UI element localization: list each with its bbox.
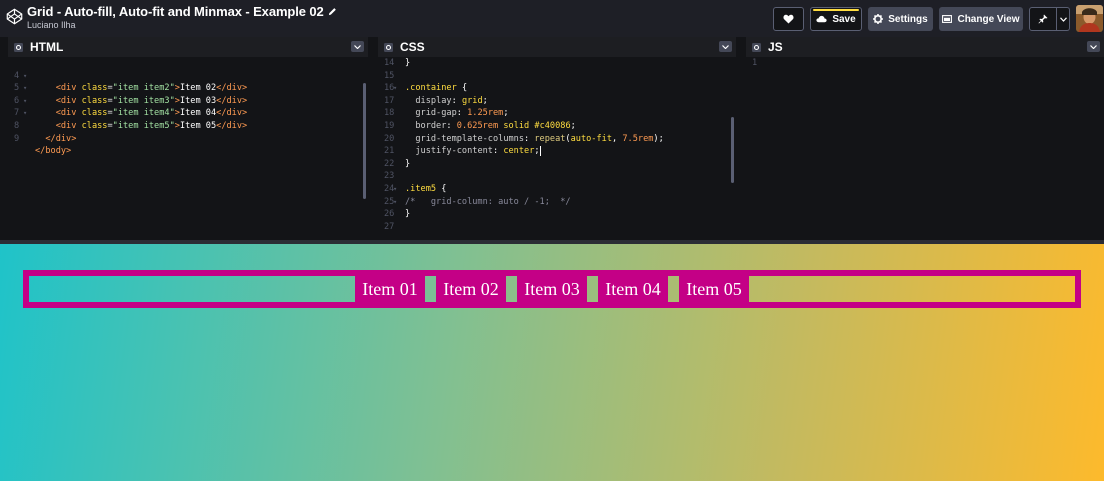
pen-title[interactable]: Grid - Auto-fill, Auto-fit and Minmax - … bbox=[27, 4, 324, 19]
avatar[interactable] bbox=[1076, 5, 1103, 32]
css-editor-title: CSS bbox=[400, 40, 425, 54]
code-line: 8 </div> bbox=[14, 120, 77, 144]
code-line: 19 border: 0.625rem solid #c40086; bbox=[384, 121, 576, 131]
code-line: 25 ▾/* grid-column: auto / -1; */ bbox=[384, 196, 571, 207]
code-line: 15 bbox=[384, 70, 395, 81]
editor-area: HTML 4 ▾ <div class="item item2">Item 02<… bbox=[0, 37, 1104, 244]
grid-item-5: Item 05 bbox=[679, 276, 749, 302]
pencil-icon[interactable] bbox=[328, 7, 337, 16]
html-editor-menu-button[interactable] bbox=[351, 41, 364, 52]
code-line: 1 bbox=[752, 58, 758, 68]
pin-button[interactable] bbox=[1029, 7, 1057, 31]
code-line: 26} bbox=[384, 209, 411, 220]
code-line: 6 ▾ <div class="item item4">Item 04</div> bbox=[14, 95, 248, 119]
save-button[interactable]: Save bbox=[810, 7, 862, 31]
pen-title-area: Grid - Auto-fill, Auto-fit and Minmax - … bbox=[27, 4, 337, 30]
code-line: 22} bbox=[384, 158, 411, 169]
cloud-icon bbox=[816, 15, 827, 23]
js-editor: JS 1 bbox=[746, 37, 1104, 240]
html-editor-header: HTML bbox=[8, 37, 368, 57]
js-editor-header: JS bbox=[746, 37, 1104, 57]
result-preview: Item 01 Item 02 Item 03 Item 04 Item 05 bbox=[0, 244, 1104, 481]
code-line: 5 ▾ <div class="item item3">Item 03</div> bbox=[14, 83, 248, 106]
code-line: 23 bbox=[384, 171, 395, 182]
grid-container: Item 01 Item 02 Item 03 Item 04 Item 05 bbox=[23, 270, 1081, 308]
code-line: 4 ▾ <div class="item item2">Item 02</div> bbox=[14, 70, 248, 94]
top-header: Grid - Auto-fill, Auto-fit and Minmax - … bbox=[0, 0, 1104, 37]
pin-icon bbox=[1038, 14, 1048, 24]
code-line: 14} bbox=[384, 58, 411, 68]
change-view-button[interactable]: Change View bbox=[939, 7, 1023, 31]
gear-icon[interactable] bbox=[752, 42, 761, 52]
grid-item-2: Item 02 bbox=[436, 276, 506, 302]
html-code-area[interactable]: 4 ▾ <div class="item item2">Item 02</div>… bbox=[8, 57, 368, 240]
gear-icon[interactable] bbox=[14, 42, 23, 52]
chevron-down-icon bbox=[1090, 44, 1097, 49]
code-line: 24 ▾ .item5 { bbox=[384, 184, 447, 194]
pin-menu-button[interactable] bbox=[1057, 7, 1070, 31]
text-cursor bbox=[539, 145, 541, 156]
code-line: 18 grid-gap: 1.25rem; bbox=[384, 108, 509, 119]
css-editor-menu-button[interactable] bbox=[719, 41, 732, 52]
html-editor-title: HTML bbox=[30, 40, 64, 54]
js-editor-title: JS bbox=[768, 40, 783, 54]
settings-button[interactable]: Settings bbox=[868, 7, 933, 31]
pen-author[interactable]: Luciano Ilha bbox=[27, 20, 337, 30]
chevron-down-icon bbox=[354, 44, 361, 49]
heart-icon bbox=[783, 14, 794, 24]
grid-item-3: Item 03 bbox=[517, 276, 587, 302]
js-editor-menu-button[interactable] bbox=[1087, 41, 1100, 52]
code-line: 17 display: grid; bbox=[384, 95, 488, 106]
code-line: 7 ▾ <div class="item item5">Item 05</div> bbox=[14, 108, 248, 131]
code-line: 16 ▾ .container { bbox=[384, 83, 468, 94]
chevron-down-icon bbox=[1059, 16, 1067, 22]
code-line: 21 justify-content: center; bbox=[384, 145, 541, 157]
settings-label: Settings bbox=[888, 13, 928, 25]
grid-item-1: Item 01 bbox=[355, 276, 425, 302]
js-code-area[interactable]: 1 bbox=[746, 57, 1104, 240]
code-line: 9 </body> bbox=[14, 133, 72, 157]
layout-icon bbox=[942, 15, 953, 23]
code-line: 27 bbox=[384, 221, 395, 232]
html-scrollbar[interactable] bbox=[363, 83, 366, 199]
chevron-down-icon bbox=[722, 44, 729, 49]
heart-button[interactable] bbox=[773, 7, 804, 31]
css-editor-header: CSS bbox=[378, 37, 736, 57]
css-scrollbar[interactable] bbox=[731, 117, 734, 183]
codepen-logo-icon[interactable] bbox=[6, 8, 23, 25]
gear-icon bbox=[873, 14, 884, 24]
save-label: Save bbox=[832, 13, 856, 25]
css-editor: CSS 14} 15 16 ▾ .container { 17 display: g… bbox=[378, 37, 736, 240]
html-editor: HTML 4 ▾ <div class="item item2">Item 02<… bbox=[8, 37, 368, 240]
change-view-label: Change View bbox=[957, 13, 1020, 25]
css-code-area[interactable]: 14} 15 16 ▾ .container { 17 display: grid;… bbox=[378, 57, 736, 240]
gear-icon[interactable] bbox=[384, 42, 393, 52]
grid-item-4: Item 04 bbox=[598, 276, 668, 302]
code-line: 20 grid-template-columns: repeat(auto-fi… bbox=[384, 133, 664, 144]
